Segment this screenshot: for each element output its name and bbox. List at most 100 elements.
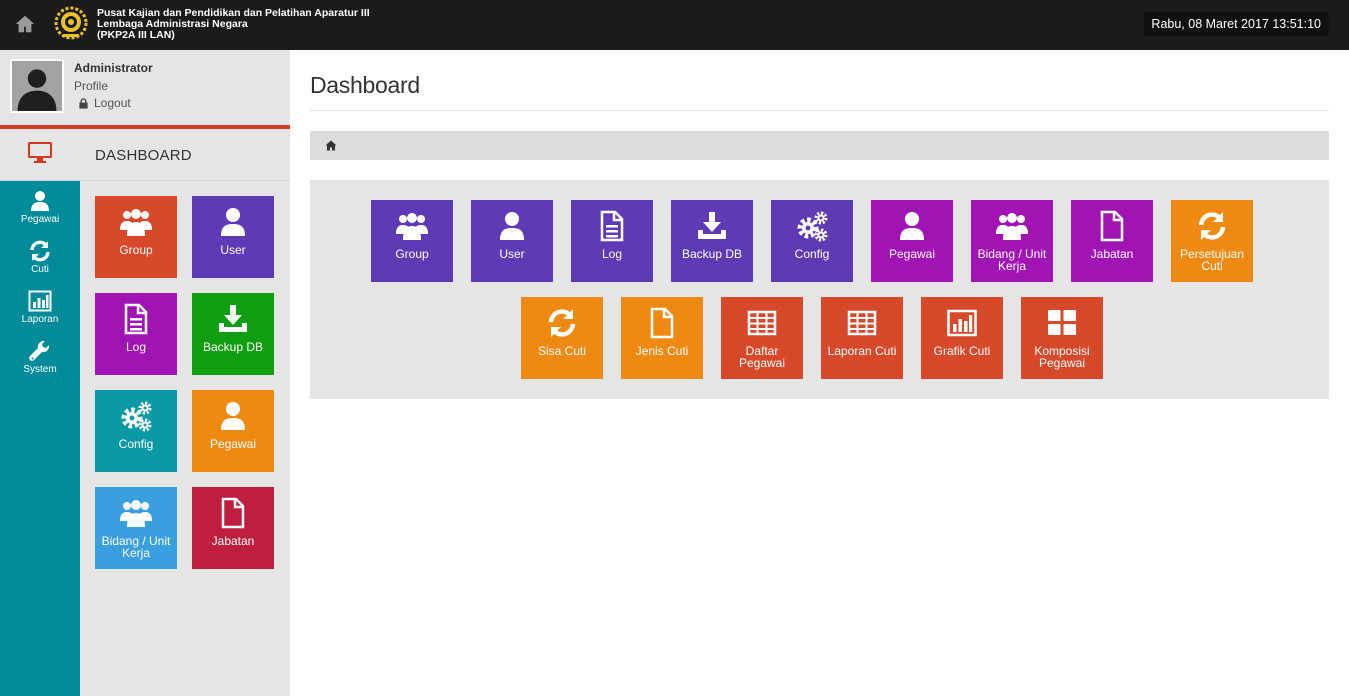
- download-icon: [217, 303, 249, 335]
- rail-label: Cuti: [31, 264, 49, 275]
- tile-backup-db[interactable]: Backup DB: [192, 293, 274, 375]
- sidebar-panel: Administrator Profile Logout DASHBOARD P…: [0, 50, 290, 696]
- tile-label: Bidang / Unit Kerja: [977, 247, 1047, 273]
- tile-jabatan[interactable]: Jabatan: [1071, 200, 1153, 282]
- tile-label: Config: [118, 437, 154, 451]
- datetime-display: Rabu, 08 Maret 2017 13:51:10: [1144, 12, 1329, 36]
- rail-label: Pegawai: [20, 214, 60, 225]
- refresh-icon: [546, 307, 578, 339]
- tile-config[interactable]: Config: [771, 200, 853, 282]
- avatar: [10, 59, 64, 113]
- tile-log[interactable]: Log: [571, 200, 653, 282]
- tile-laporan-cuti[interactable]: Laporan Cuti: [821, 297, 903, 379]
- breadcrumb: [310, 131, 1329, 160]
- tile-label: User: [499, 247, 525, 261]
- tile-persetujuan-cuti[interactable]: Persetujuan Cuti: [1171, 200, 1253, 282]
- tile-label: Log: [601, 247, 623, 261]
- home-icon[interactable]: [14, 13, 36, 35]
- users-icon: [120, 206, 152, 238]
- logout-label: Logout: [94, 96, 131, 110]
- tile-label: Group: [395, 247, 429, 261]
- user-box: Administrator Profile Logout: [0, 50, 290, 126]
- refresh-icon: [1196, 210, 1228, 242]
- tile-label: Sisa Cuti: [537, 344, 587, 358]
- organization-name: Pusat Kajian dan Pendidikan dan Pelatiha…: [97, 8, 370, 41]
- tile-config[interactable]: Config: [95, 390, 177, 472]
- tile-jenis-cuti[interactable]: Jenis Cuti: [621, 297, 703, 379]
- file-icon: [1096, 210, 1128, 242]
- tile-label: Pegawai: [209, 437, 257, 451]
- tile-user[interactable]: User: [471, 200, 553, 282]
- tile-user[interactable]: User: [192, 196, 274, 278]
- tile-label: Grafik Cuti: [933, 344, 991, 358]
- tile-label: Jenis Cuti: [635, 344, 689, 358]
- logout-link[interactable]: Logout: [78, 96, 131, 110]
- tile-grafik-cuti[interactable]: Grafik Cuti: [921, 297, 1003, 379]
- tile-komposisi-pegawai[interactable]: Komposisi Pegawai: [1021, 297, 1103, 379]
- profile-link[interactable]: Profile: [74, 79, 108, 93]
- tile-label: Group: [119, 243, 153, 257]
- tile-label: Jabatan: [1090, 247, 1134, 261]
- tile-label: Daftar Pegawai: [738, 344, 786, 370]
- bar-chart-icon: [946, 307, 978, 339]
- tile-label: Backup DB: [681, 247, 743, 261]
- table-icon: [746, 307, 778, 339]
- tile-log[interactable]: Log: [95, 293, 177, 375]
- rail-item-system[interactable]: System: [0, 335, 80, 381]
- home-icon[interactable]: [325, 140, 337, 151]
- tile-pegawai[interactable]: Pegawai: [192, 390, 274, 472]
- document-icon: [596, 210, 628, 242]
- user-icon: [217, 400, 249, 432]
- sidebar-dashboard[interactable]: DASHBOARD: [0, 129, 290, 181]
- tile-backup-db[interactable]: Backup DB: [671, 200, 753, 282]
- tile-label: Komposisi Pegawai: [1034, 344, 1090, 370]
- tile-label: User: [220, 243, 246, 257]
- tile-label: Laporan Cuti: [827, 344, 897, 358]
- tile-group[interactable]: Group: [371, 200, 453, 282]
- rail-item-laporan[interactable]: Laporan: [0, 285, 80, 331]
- tile-label: Jabatan: [211, 534, 255, 548]
- page-title: Dashboard: [310, 72, 420, 98]
- tile-jabatan[interactable]: Jabatan: [192, 487, 274, 569]
- rail-item-cuti[interactable]: Cuti: [0, 235, 80, 281]
- rail-label: Laporan: [21, 314, 59, 325]
- tile-label: Backup DB: [202, 340, 264, 354]
- tile-daftar-pegawai[interactable]: Daftar Pegawai: [721, 297, 803, 379]
- rail-item-pegawai[interactable]: Pegawai: [0, 185, 80, 231]
- user-name: Administrator: [74, 61, 153, 75]
- tile-group[interactable]: Group: [95, 196, 177, 278]
- users-icon: [396, 210, 428, 242]
- tile-label: Persetujuan Cuti: [1179, 247, 1245, 273]
- bar-chart-icon: [28, 289, 52, 313]
- tile-bidang-unit-kerja[interactable]: Bidang / Unit Kerja: [971, 200, 1053, 282]
- wrench-icon: [28, 339, 52, 363]
- gears-icon: [796, 210, 828, 242]
- user-icon: [217, 206, 249, 238]
- tile-label: Pegawai: [888, 247, 936, 261]
- title-divider: [310, 110, 1329, 111]
- table-icon: [846, 307, 878, 339]
- monitor-icon: [27, 141, 53, 165]
- grid-icon: [1046, 307, 1078, 339]
- users-icon: [996, 210, 1028, 242]
- file-icon: [646, 307, 678, 339]
- download-icon: [696, 210, 728, 242]
- document-icon: [120, 303, 152, 335]
- lock-icon: [78, 97, 89, 109]
- refresh-icon: [28, 239, 52, 263]
- tile-sisa-cuti[interactable]: Sisa Cuti: [521, 297, 603, 379]
- file-icon: [217, 497, 249, 529]
- tile-label: Bidang / Unit Kerja: [101, 534, 171, 560]
- dashboard-label: DASHBOARD: [95, 147, 192, 164]
- tile-bidang-unit-kerja[interactable]: Bidang / Unit Kerja: [95, 487, 177, 569]
- tile-label: Config: [794, 247, 830, 261]
- rail-label: System: [23, 364, 57, 375]
- user-icon: [896, 210, 928, 242]
- users-icon: [120, 497, 152, 529]
- icon-rail: Pegawai Cuti Laporan System: [0, 181, 80, 696]
- org-line-3: (PKP2A III LAN): [97, 29, 175, 41]
- lan-logo: [54, 6, 88, 40]
- gears-icon: [120, 400, 152, 432]
- user-icon: [496, 210, 528, 242]
- tile-pegawai[interactable]: Pegawai: [871, 200, 953, 282]
